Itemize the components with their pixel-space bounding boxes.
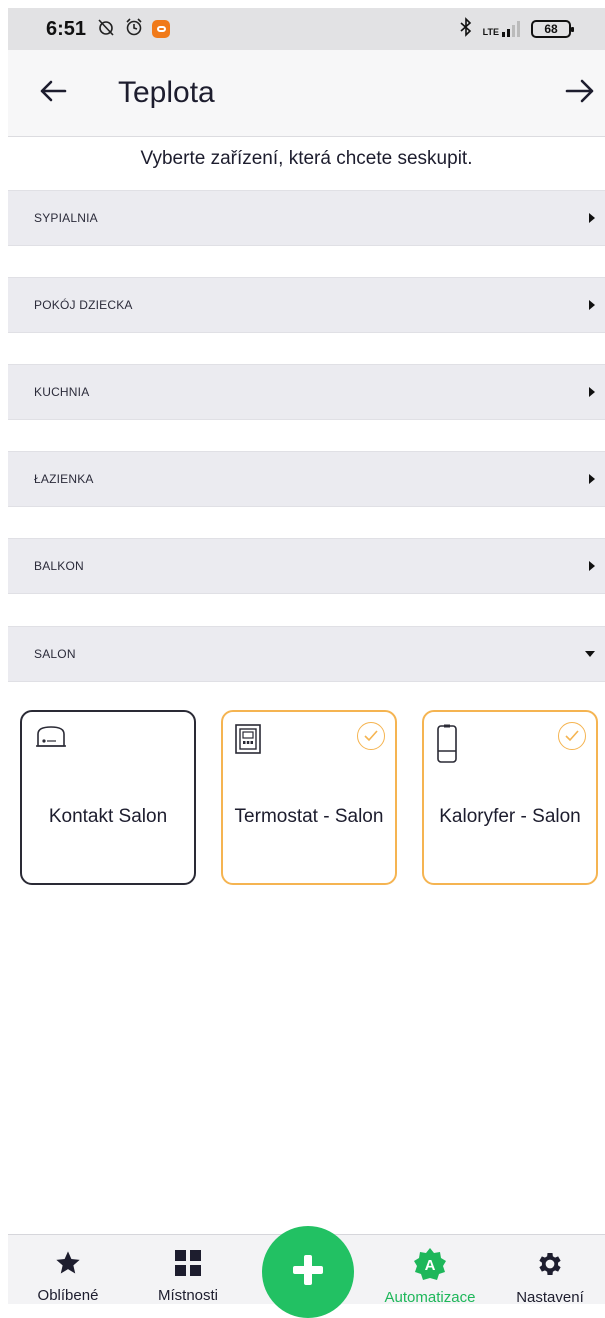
battery-indicator: 68: [531, 20, 574, 38]
alarm-clock-icon: [124, 17, 144, 42]
bluetooth-icon: [459, 16, 473, 42]
device-card-termostat-salon[interactable]: Termostat - Salon: [221, 710, 397, 885]
caret-right-icon: [589, 561, 595, 571]
nav-label: Oblíbené: [37, 1287, 99, 1304]
device-name: Kaloryfer - Salon: [439, 806, 581, 827]
nav-label: Nastavení: [516, 1289, 584, 1306]
socket-icon: [34, 724, 68, 755]
caret-right-icon: [589, 474, 595, 484]
caret-right-icon: [589, 300, 595, 310]
room-row-salon[interactable]: SALON: [8, 626, 605, 682]
caret-down-icon: [585, 651, 595, 657]
automation-icon: A: [413, 1248, 447, 1280]
check-circle-icon: [357, 722, 385, 750]
radiator-icon: [436, 724, 458, 769]
room-label: SALON: [34, 647, 76, 661]
caret-right-icon: [589, 387, 595, 397]
arrow-right-icon: [565, 78, 595, 109]
arrow-left-icon: [39, 79, 67, 108]
signal-icon: LTE: [483, 21, 521, 37]
alarm-off-icon: [96, 17, 116, 42]
plus-icon: [291, 1253, 325, 1292]
back-button[interactable]: [36, 76, 70, 110]
device-card-kaloryfer-salon[interactable]: Kaloryfer - Salon: [422, 710, 598, 885]
nav-item-settings[interactable]: Nastavení: [490, 1235, 605, 1306]
room-label: BALKON: [34, 559, 84, 573]
nav-item-automation[interactable]: A Automatizace: [370, 1235, 490, 1306]
next-button[interactable]: [563, 76, 597, 110]
nav-label: Místnosti: [157, 1287, 218, 1304]
status-time: 6:51: [46, 17, 87, 40]
device-name: Termostat - Salon: [234, 806, 384, 827]
page-title: Teplota: [118, 76, 215, 109]
instruction-text: Vyberte zařízení, která chcete seskupit.: [140, 148, 473, 169]
network-type: LTE: [482, 27, 499, 37]
grid-icon: [175, 1249, 201, 1277]
star-icon: [54, 1249, 82, 1277]
nav-label: Automatizace: [384, 1289, 476, 1306]
room-row-lazienka[interactable]: ŁAZIENKA: [8, 451, 605, 507]
room-row-kuchnia[interactable]: KUCHNIA: [8, 364, 605, 420]
app-notification-icon: [152, 20, 171, 38]
add-button[interactable]: [262, 1226, 354, 1318]
top-app-bar: Teplota: [8, 50, 605, 137]
room-row-sypialnia[interactable]: SYPIALNIA: [8, 190, 605, 246]
nav-item-favorites[interactable]: Oblíbené: [8, 1235, 128, 1304]
status-bar: 6:51 LTE 68: [8, 8, 605, 50]
room-label: POKÓJ DZIECKA: [34, 298, 133, 312]
room-row-pokoj-dziecka[interactable]: POKÓJ DZIECKA: [8, 277, 605, 333]
device-card-kontakt-salon[interactable]: Kontakt Salon: [20, 710, 196, 885]
svg-text:A: A: [425, 1257, 436, 1274]
thermostat-icon: [235, 724, 261, 759]
nav-item-rooms[interactable]: Místnosti: [128, 1235, 248, 1304]
room-row-balkon[interactable]: BALKON: [8, 538, 605, 594]
room-label: KUCHNIA: [34, 385, 90, 399]
room-label: ŁAZIENKA: [34, 472, 94, 486]
caret-right-icon: [589, 213, 595, 223]
gear-icon: [535, 1249, 565, 1279]
room-label: SYPIALNIA: [34, 211, 98, 225]
check-circle-icon: [558, 722, 586, 750]
device-name: Kontakt Salon: [48, 806, 168, 827]
